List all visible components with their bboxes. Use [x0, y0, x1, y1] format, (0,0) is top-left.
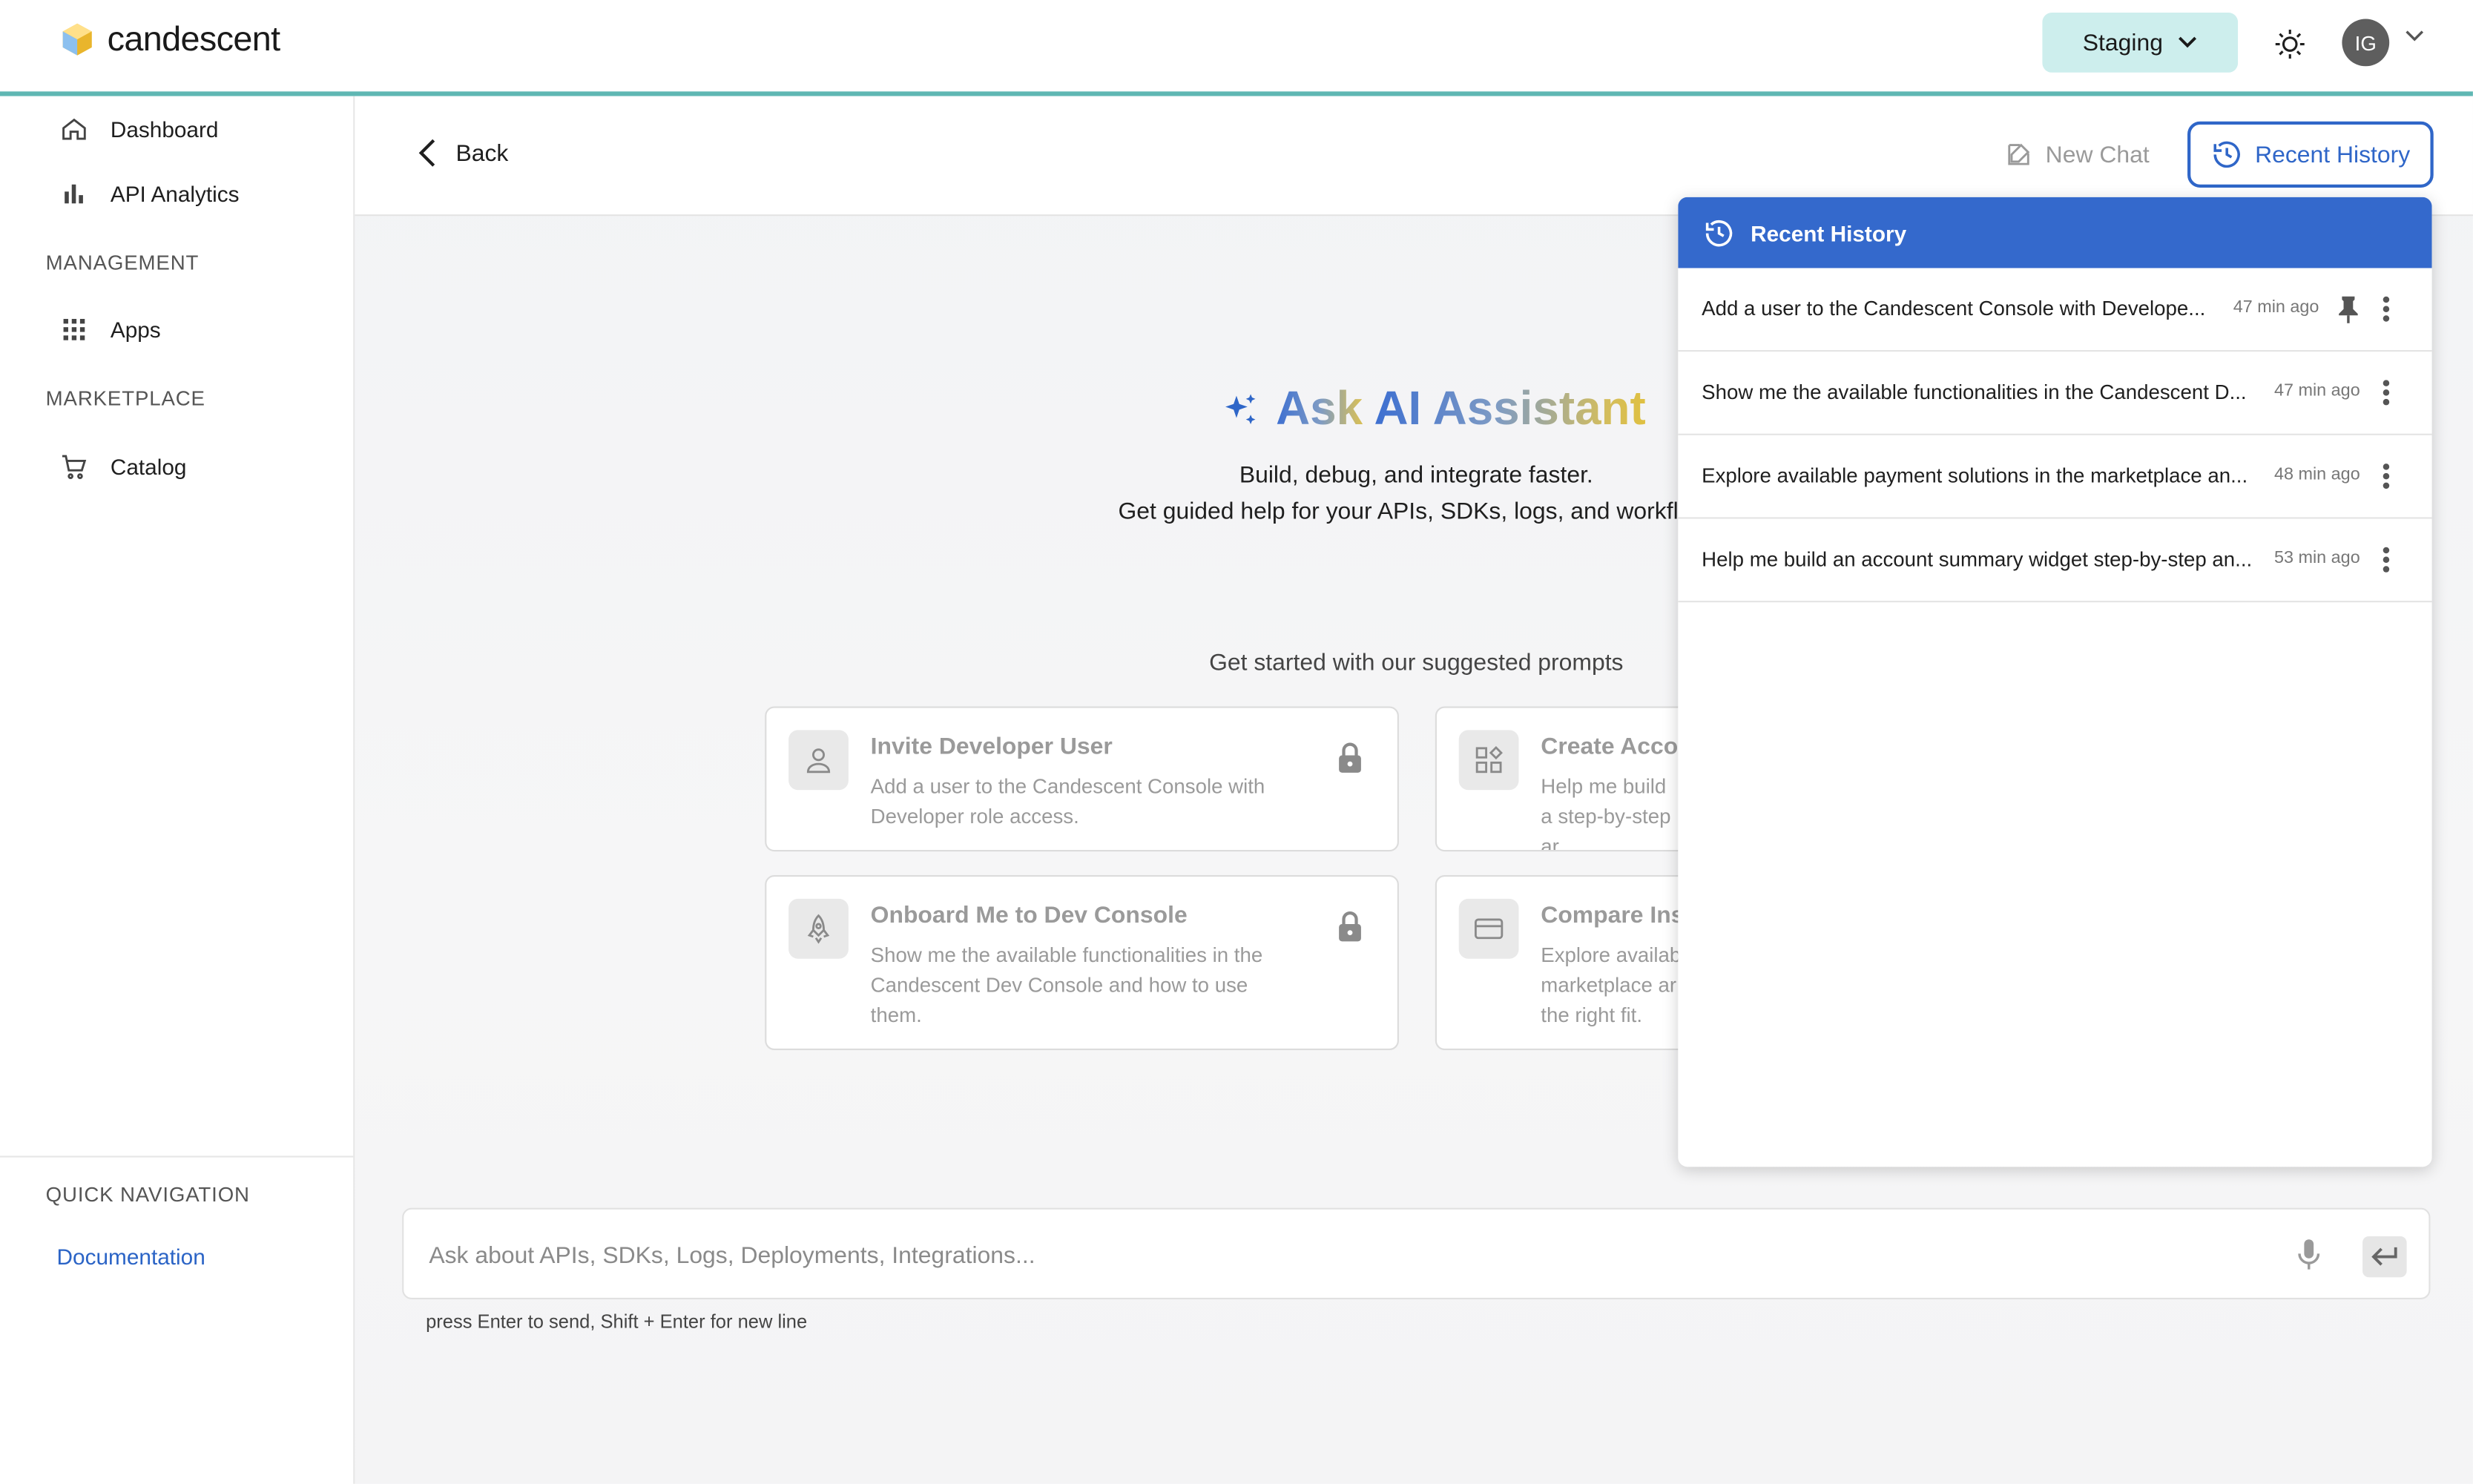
prompt-icon-wrap	[1458, 730, 1519, 791]
prompt-icon-wrap	[788, 898, 849, 959]
sidebar-item-label: API Analytics	[110, 181, 240, 207]
chat-input[interactable]	[426, 1231, 2167, 1279]
back-label: Back	[455, 139, 509, 167]
prompt-card-invite-developer[interactable]: Invite Developer User Add a user to the …	[765, 706, 1399, 852]
history-panel-title: Recent History	[1751, 220, 1907, 245]
sidebar: Dashboard API Analytics MANAGEMENT Apps …	[0, 96, 355, 1484]
user-icon	[806, 748, 831, 774]
hero-title-prefix: Ask	[1276, 383, 1374, 435]
documentation-link[interactable]: Documentation	[57, 1244, 205, 1270]
more-options-icon[interactable]	[2382, 378, 2391, 406]
history-item[interactable]: Show me the available functionalities in…	[1678, 352, 2432, 435]
more-options-icon[interactable]	[2382, 462, 2391, 490]
top-bar: candescent Staging IG	[0, 0, 2473, 96]
recent-history-label: Recent History	[2255, 141, 2411, 168]
rocket-icon	[807, 914, 830, 944]
send-button[interactable]	[2362, 1236, 2407, 1278]
recent-history-panel: Recent History Add a user to the Candesc…	[1678, 197, 2432, 1167]
history-item[interactable]: Help me build an account summary widget …	[1678, 519, 2432, 603]
theme-toggle[interactable]	[2268, 22, 2312, 67]
user-menu-chevron-icon[interactable]	[2403, 28, 2426, 44]
avatar-initials: IG	[2354, 30, 2377, 55]
history-item-time: 47 min ago	[2233, 297, 2319, 317]
grid-icon	[63, 319, 85, 340]
lock-icon	[1339, 911, 1361, 942]
history-item[interactable]: Explore available payment solutions in t…	[1678, 435, 2432, 519]
sparkles-icon	[1225, 394, 1256, 424]
sun-icon	[2275, 30, 2305, 59]
pin-icon[interactable]	[2337, 295, 2360, 323]
app-root: candescent Staging IG Dashboard API Anal…	[0, 0, 2473, 1484]
more-options-icon[interactable]	[2382, 546, 2391, 574]
history-item-time: 48 min ago	[2273, 465, 2360, 484]
chat-composer	[402, 1207, 2431, 1299]
prompt-description: Show me the available functionalities in…	[870, 943, 1263, 1027]
brand-logo[interactable]: candescent	[60, 19, 280, 60]
logo-hexagon-icon	[62, 23, 92, 56]
new-chat-button[interactable]: New Chat	[2004, 140, 2150, 168]
more-options-icon[interactable]	[2382, 295, 2391, 323]
prompt-icon-wrap	[1458, 898, 1519, 959]
prompt-title: Compare Ins	[1541, 902, 1685, 929]
history-item-time: 47 min ago	[2273, 381, 2360, 401]
history-panel-header: Recent History	[1678, 197, 2432, 268]
prompt-card-create-account[interactable]: Create Acco Help me build a step-by-step…	[1435, 706, 1688, 852]
recent-history-button[interactable]: Recent History	[2187, 121, 2434, 188]
section-quick-navigation: QUICK NAVIGATION	[45, 1182, 250, 1207]
sidebar-item-label: Apps	[110, 317, 161, 343]
prompt-title: Create Acco	[1541, 733, 1679, 760]
cart-icon	[62, 455, 87, 479]
prompt-icon-wrap	[788, 730, 849, 791]
back-button[interactable]: Back	[418, 137, 508, 169]
prompt-title: Invite Developer User	[870, 733, 1113, 760]
hero-description: Get guided help for your APIs, SDKs, log…	[1118, 498, 1692, 526]
prompt-description: Explore availab marketplace ar the right…	[1541, 943, 1682, 1027]
section-marketplace: MARKETPLACE	[45, 386, 205, 410]
history-item-text: Explore available payment solutions in t…	[1702, 464, 2248, 487]
home-icon	[62, 118, 86, 140]
hero-title-text: Ask AI Assistant	[1276, 383, 1646, 437]
sidebar-item-dashboard[interactable]: Dashboard	[60, 115, 219, 143]
environment-label: Staging	[2082, 29, 2163, 56]
hero-title: Ask AI Assistant	[1222, 383, 1646, 437]
history-item-text: Add a user to the Candescent Console wit…	[1702, 296, 2206, 320]
widgets-icon	[1475, 745, 1503, 774]
sidebar-item-catalog[interactable]: Catalog	[60, 452, 187, 481]
bar-chart-icon	[65, 184, 83, 204]
card-icon	[1474, 918, 1504, 940]
history-item[interactable]: Add a user to the Candescent Console wit…	[1678, 268, 2432, 352]
sidebar-item-label: Dashboard	[110, 116, 219, 142]
quick-navigation: QUICK NAVIGATION Documentation	[0, 1155, 354, 1270]
prompt-description: Help me build a step-by-step ar	[1541, 774, 1671, 852]
history-item-time: 53 min ago	[2273, 548, 2360, 568]
sidebar-item-apps[interactable]: Apps	[60, 315, 161, 343]
prompt-card-onboard-dev-console[interactable]: Onboard Me to Dev Console Show me the av…	[765, 875, 1399, 1051]
lock-icon	[1339, 742, 1361, 773]
hero-title-highlight: AI Assistant	[1374, 383, 1646, 435]
brand-name: candescent	[107, 19, 281, 59]
new-chat-label: New Chat	[2045, 141, 2150, 168]
prompt-title: Onboard Me to Dev Console	[870, 902, 1188, 929]
sidebar-item-label: Catalog	[110, 454, 187, 480]
composer-hint: press Enter to send, Shift + Enter for n…	[426, 1310, 808, 1333]
environment-select[interactable]: Staging	[2042, 13, 2239, 73]
history-item-text: Help me build an account summary widget …	[1702, 547, 2253, 571]
history-icon	[1705, 219, 1733, 246]
chevron-left-icon	[418, 139, 435, 167]
user-avatar[interactable]: IG	[2342, 19, 2390, 67]
prompt-card-compare-insurance[interactable]: Compare Ins Explore availab marketplace …	[1435, 875, 1688, 1051]
enter-key-icon	[2371, 1247, 2397, 1266]
section-management: MANAGEMENT	[45, 251, 200, 274]
chevron-down-icon	[2179, 36, 2197, 48]
history-icon	[2213, 141, 2240, 168]
sidebar-item-api-analytics[interactable]: API Analytics	[60, 179, 240, 208]
history-item-text: Show me the available functionalities in…	[1702, 380, 2247, 404]
edit-icon	[2008, 143, 2030, 165]
microphone-icon[interactable]	[2296, 1238, 2322, 1273]
prompt-description: Add a user to the Candescent Console wit…	[870, 774, 1265, 828]
